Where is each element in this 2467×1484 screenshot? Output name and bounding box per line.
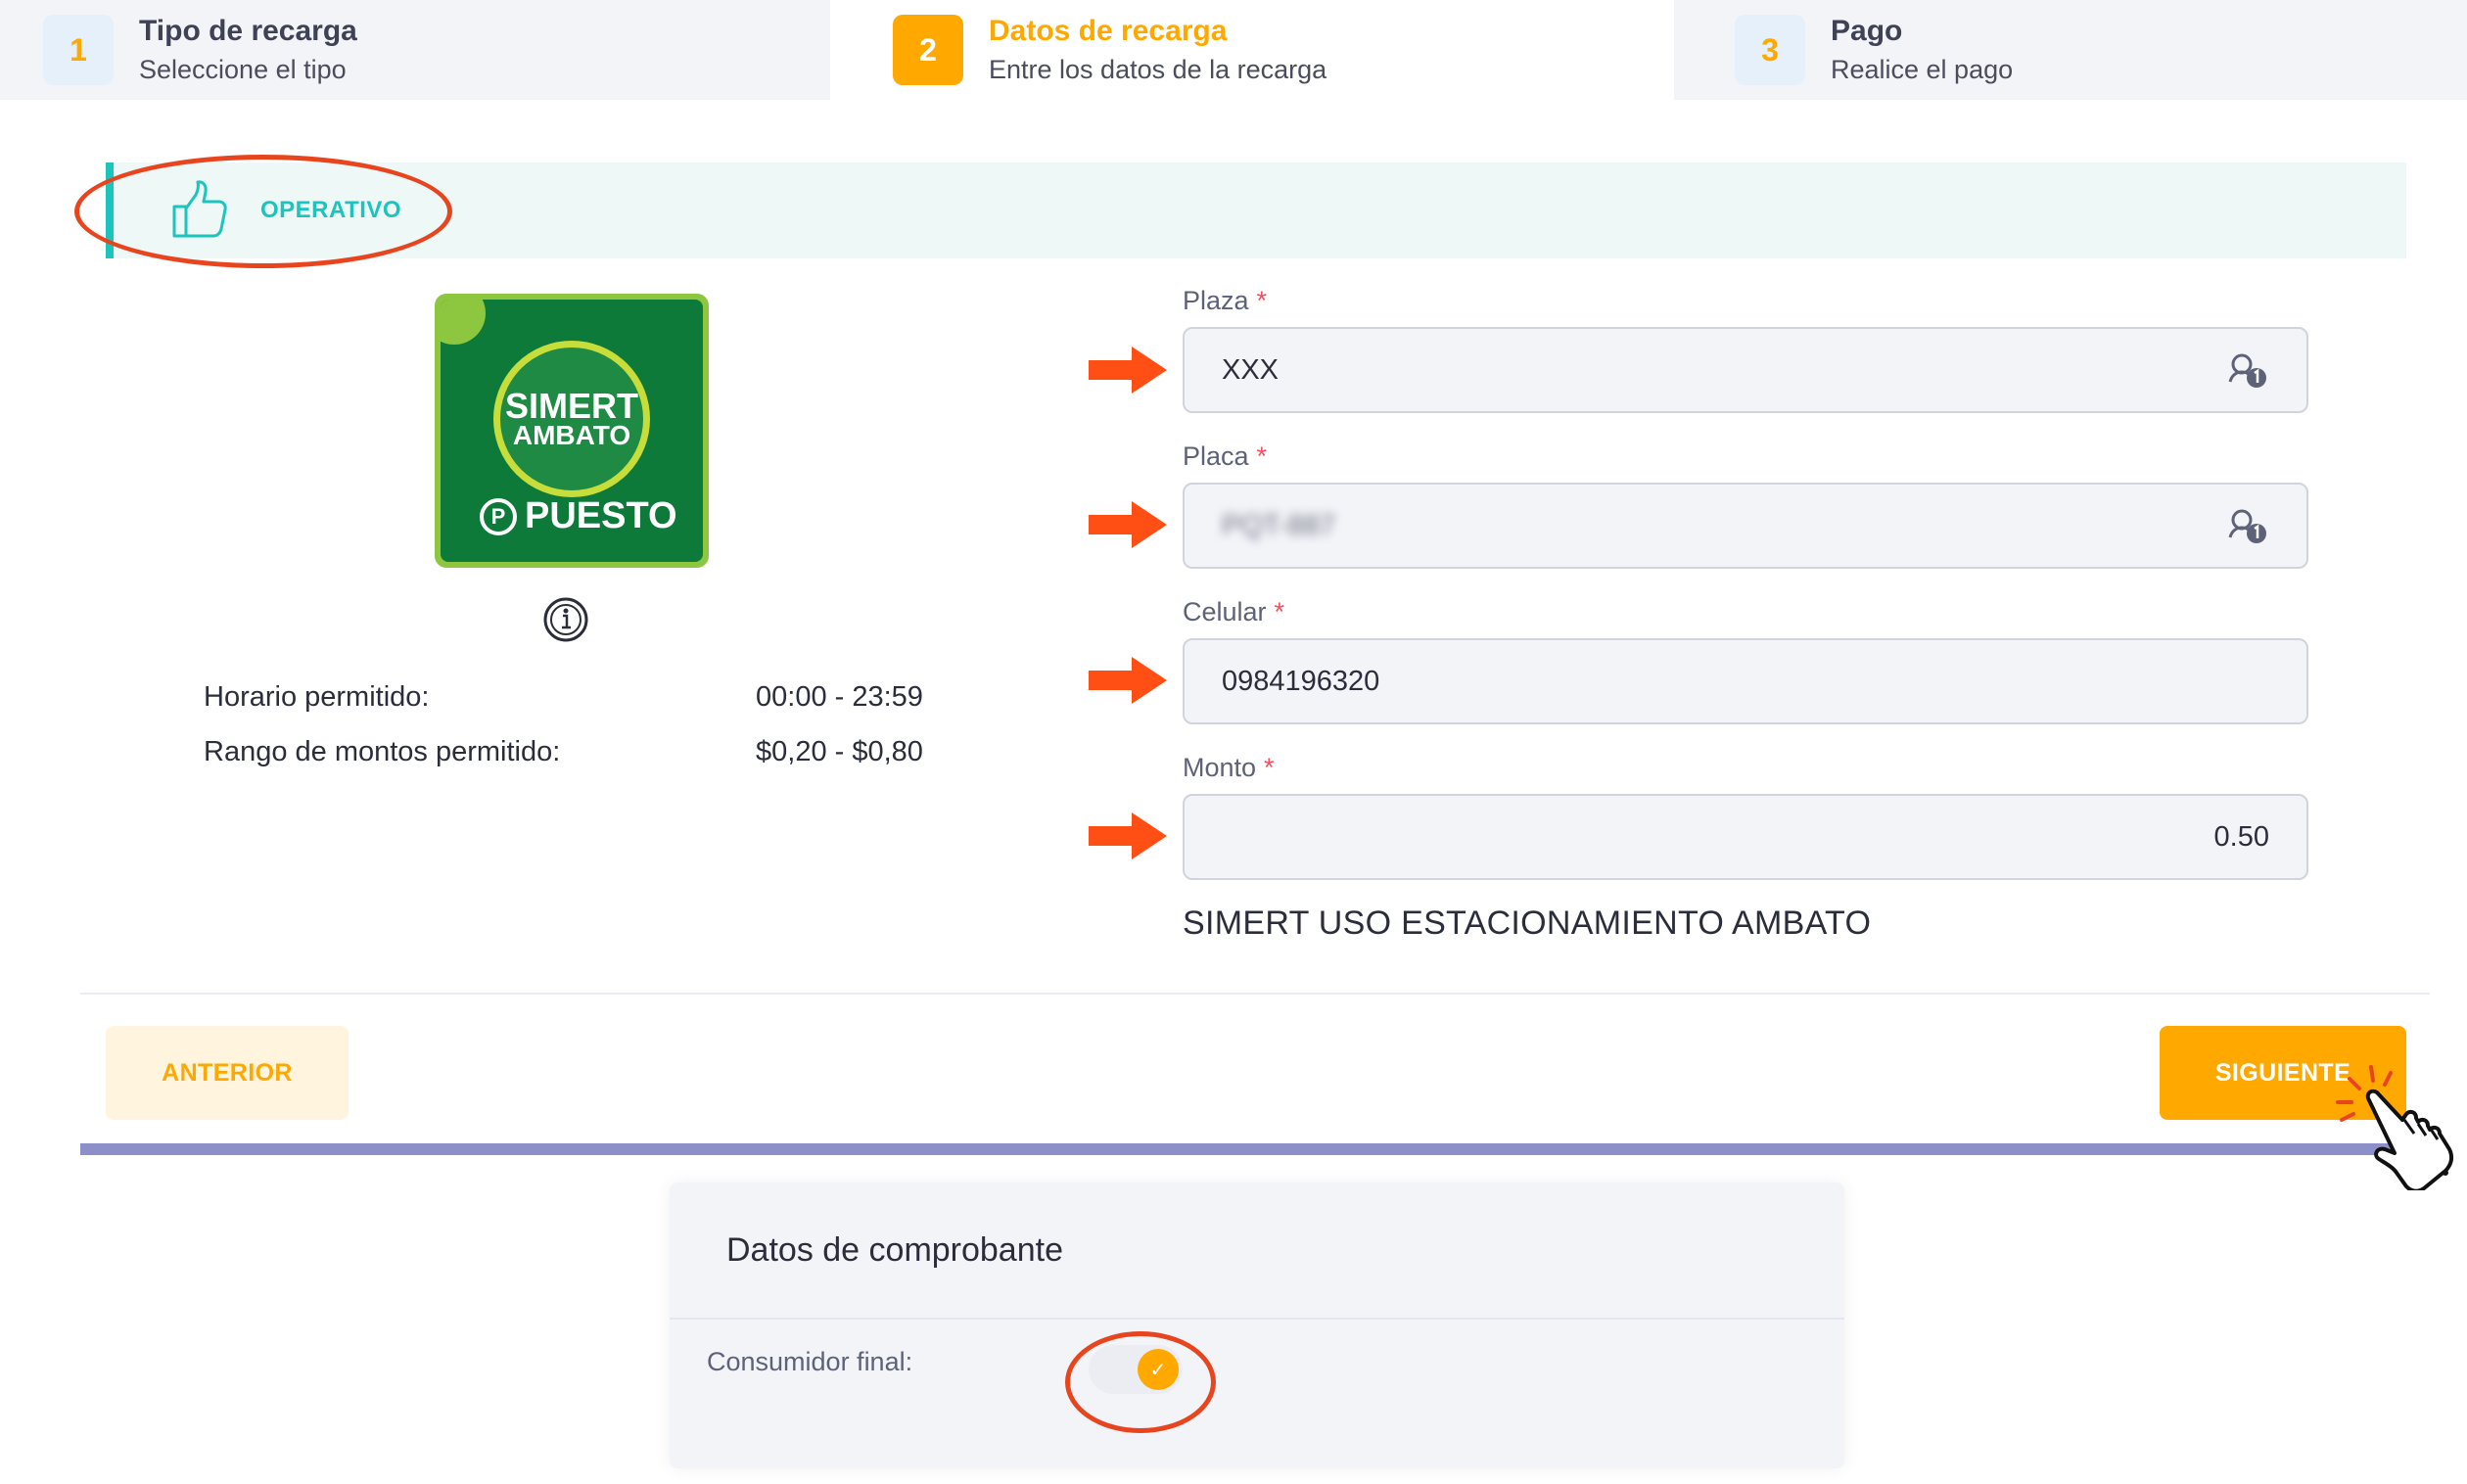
comprobante-card: Datos de comprobante Consumidor final: ✓ [670,1183,1844,1468]
monto-input[interactable]: 0.50 [1183,794,2308,880]
parking-pin-icon: P [480,497,517,535]
consumer-final-label: Consumidor final: [707,1347,913,1376]
placa-label: Placa * [1183,441,1268,471]
logo-line2: AMBATO [512,420,631,450]
amount-range-label: Rango de montos permitido: [204,736,561,767]
step-pago[interactable]: 3 Pago Realice el pago [1674,0,2467,100]
step-subtitle: Seleccione el tipo [139,55,347,84]
stepper: 1 Tipo de recarga Seleccione el tipo 2 D… [0,0,2467,100]
step-number: 3 [1735,15,1805,85]
step-subtitle: Entre los datos de la recarga [989,55,1327,84]
monto-label: Monto * [1183,753,1275,782]
celular-value: 0984196320 [1222,665,1380,697]
section-bar [80,1143,2430,1155]
card-title: Datos de comprobante [726,1231,1063,1269]
plaza-label: Plaza * [1183,286,1268,315]
thumbs-up-icon [172,180,227,238]
service-logo: SIMERT AMBATO P PUESTO [435,294,709,568]
step-title: Datos de recarga [989,15,1228,47]
users-icon[interactable] [2226,504,2269,547]
arrow-right-icon [1089,347,1167,394]
card-divider [670,1318,1844,1320]
celular-label: Celular * [1183,597,1285,626]
placa-value: PQT-887 [1222,509,1336,541]
pointing-hand-icon [2336,1065,2454,1190]
info-icon[interactable] [536,595,595,644]
logo-word: PUESTO [525,495,677,536]
status-label: OPERATIVO [260,197,402,223]
divider [80,993,2430,995]
users-icon[interactable] [2226,348,2269,392]
service-name: SIMERT USO ESTACIONAMIENTO AMBATO [1183,904,1872,942]
status-banner: OPERATIVO [106,162,2406,258]
schedule-label: Horario permitido: [204,681,430,713]
monto-value: 0.50 [2213,820,2269,853]
amount-range-value: $0,20 - $0,80 [756,736,923,767]
celular-input[interactable]: 0984196320 [1183,638,2308,724]
placa-input[interactable]: PQT-887 [1183,483,2308,569]
arrow-right-icon [1089,657,1167,704]
step-title: Pago [1831,15,1903,47]
step-datos-de-recarga[interactable]: 2 Datos de recarga Entre los datos de la… [830,0,1674,100]
step-subtitle: Realice el pago [1831,55,2014,84]
arrow-right-icon [1089,501,1167,548]
plaza-input[interactable]: XXX [1183,327,2308,413]
step-title: Tipo de recarga [139,15,357,47]
step-tipo-de-recarga[interactable]: 1 Tipo de recarga Seleccione el tipo [0,0,830,100]
logo-line1: SIMERT [504,386,638,426]
step-number: 2 [893,15,963,85]
step-number: 1 [43,15,114,85]
previous-button[interactable]: ANTERIOR [106,1026,349,1120]
check-icon: ✓ [1138,1349,1179,1390]
consumer-final-toggle[interactable]: ✓ [1089,1345,1183,1394]
schedule-value: 00:00 - 23:59 [756,681,923,713]
arrow-right-icon [1089,812,1167,859]
plaza-value: XXX [1222,353,1280,386]
